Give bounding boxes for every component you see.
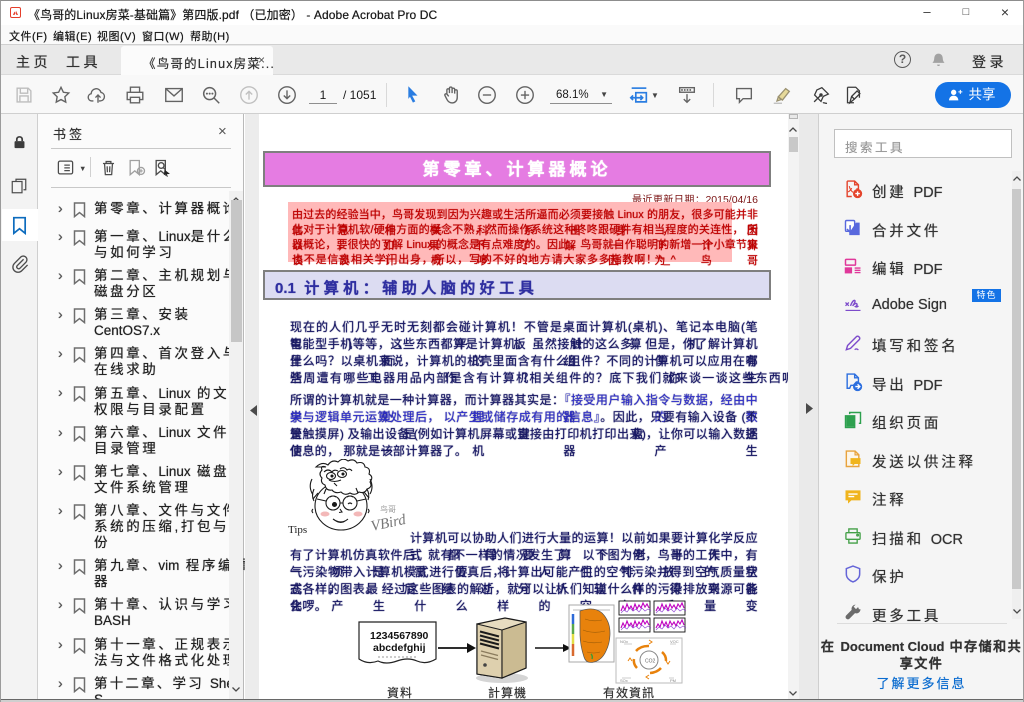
svg-text:鸟哥: 鸟哥 bbox=[380, 504, 396, 514]
svg-text:abcdefghij: abcdefghij bbox=[373, 642, 426, 654]
svg-text:CO2: CO2 bbox=[645, 659, 656, 665]
svg-text:1234567890: 1234567890 bbox=[370, 630, 429, 642]
svg-text:SOx: SOx bbox=[620, 678, 628, 683]
svg-text:PM: PM bbox=[670, 678, 676, 683]
svg-text:NOx: NOx bbox=[620, 639, 628, 644]
svg-text:VBird: VBird bbox=[370, 512, 408, 535]
svg-text:VOC: VOC bbox=[670, 639, 679, 644]
